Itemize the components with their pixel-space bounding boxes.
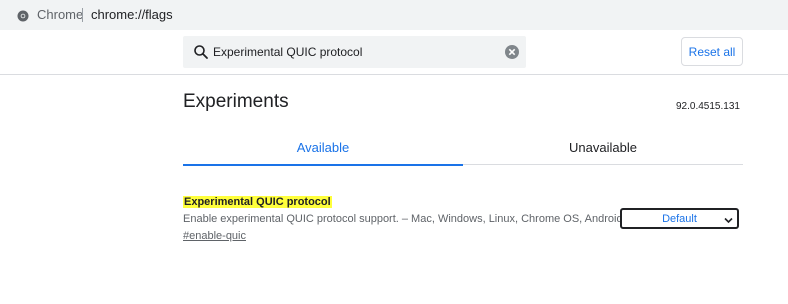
clear-icon[interactable] — [504, 44, 520, 60]
chevron-down-icon — [724, 215, 733, 224]
tab-available[interactable]: Available — [183, 130, 463, 166]
omnibox[interactable]: Chrome chrome://flags — [0, 0, 788, 30]
chrome-icon — [17, 9, 29, 22]
search-input[interactable] — [213, 36, 493, 68]
search-icon — [193, 44, 209, 60]
omnibox-url[interactable]: chrome://flags — [91, 7, 173, 22]
omnibox-site-label: Chrome — [37, 7, 84, 22]
version-label: 92.0.4515.131 — [676, 101, 740, 112]
page-title: Experiments — [183, 91, 289, 112]
reset-all-button[interactable]: Reset all — [681, 37, 743, 66]
experiment-description: Enable experimental QUIC protocol suppor… — [183, 213, 623, 225]
select-value: Default — [662, 212, 697, 225]
search-box[interactable] — [183, 36, 526, 68]
omnibox-separator — [82, 8, 83, 22]
experiment-name: Experimental QUIC protocol — [183, 196, 332, 208]
experiment-state-select[interactable]: Default — [620, 208, 739, 229]
tab-unavailable[interactable]: Unavailable — [463, 130, 743, 165]
experiment-link[interactable]: #enable-quic — [183, 230, 246, 242]
